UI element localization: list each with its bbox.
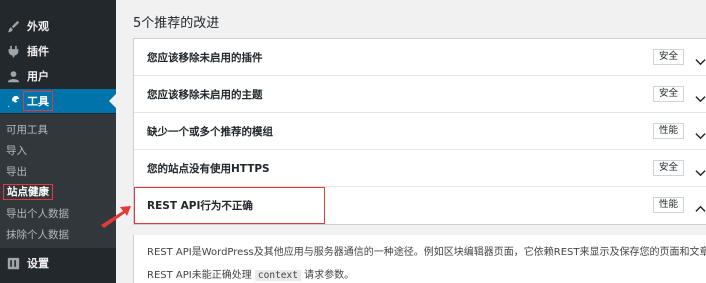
chevron-down-icon[interactable] xyxy=(695,89,706,103)
plugin-icon xyxy=(5,43,21,59)
issue-badge: 性能 xyxy=(652,123,684,139)
issue-badge: 安全 xyxy=(652,49,684,65)
menu-item-plugins[interactable]: 插件 xyxy=(0,39,116,63)
admin-sidebar: 外观 插件 用户 工具 可用工具 导入 导出 站点健康 导出个人数据 抹除个人数… xyxy=(0,0,116,283)
menu-item-settings[interactable]: 设置 xyxy=(0,251,116,275)
submenu-label: 站点健康 xyxy=(3,184,53,200)
code-context: context xyxy=(254,270,301,281)
issue-row[interactable]: 您的站点没有使用HTTPS 安全 xyxy=(134,150,706,187)
menu-item-users[interactable]: 用户 xyxy=(0,64,116,88)
submenu-item-export[interactable]: 导出 xyxy=(6,164,27,180)
menu-item-tools[interactable]: 工具 xyxy=(0,89,116,113)
issue-title: 您的站点没有使用HTTPS xyxy=(147,162,270,175)
paintbrush-icon xyxy=(5,18,21,34)
issue-row-expanded[interactable]: REST API行为不正确 性能 xyxy=(134,187,706,224)
issue-row[interactable]: 您应该移除未启用的插件 安全 xyxy=(134,39,706,76)
settings-icon xyxy=(5,255,21,271)
issue-badge: 安全 xyxy=(652,160,684,176)
detail-note-text: REST API未能正确处理 xyxy=(147,270,252,281)
submenu-item-available-tools[interactable]: 可用工具 xyxy=(6,122,48,138)
chevron-down-icon[interactable] xyxy=(695,52,706,66)
menu-label: 插件 xyxy=(27,45,49,58)
menu-label: 工具 xyxy=(23,91,53,111)
issue-title: 您应该移除未启用的插件 xyxy=(147,51,263,64)
chevron-down-icon[interactable] xyxy=(695,163,706,177)
chevron-up-icon[interactable] xyxy=(695,200,706,212)
submenu-item-import[interactable]: 导入 xyxy=(6,143,27,159)
issues-list: 您应该移除未启用的插件 安全 您应该移除未启用的主题 安全 缺少一个或多个推荐的… xyxy=(133,38,706,225)
issue-row[interactable]: 缺少一个或多个推荐的模组 性能 xyxy=(134,113,706,150)
issue-row[interactable]: 您应该移除未启用的主题 安全 xyxy=(134,76,706,113)
menu-label: 用户 xyxy=(27,70,49,83)
wrench-icon xyxy=(5,93,21,109)
issue-title: 缺少一个或多个推荐的模组 xyxy=(147,125,273,138)
detail-description: REST API是WordPress及其他应用与服务器通信的一种途径。例如区块编… xyxy=(147,247,706,258)
issue-title: REST API行为不正确 xyxy=(147,200,253,212)
issue-detail: REST API是WordPress及其他应用与服务器通信的一种途径。例如区块编… xyxy=(133,235,706,283)
issue-badge: 安全 xyxy=(652,86,684,102)
menu-label: 设置 xyxy=(27,257,49,270)
annotation-arrow-icon xyxy=(101,206,131,228)
menu-item-appearance[interactable]: 外观 xyxy=(0,14,116,38)
issue-title: 您应该移除未启用的主题 xyxy=(147,88,263,101)
section-title: 5个推荐的改进 xyxy=(133,16,220,31)
submenu-item-export-personal-data[interactable]: 导出个人数据 xyxy=(6,206,69,222)
menu-label: 外观 xyxy=(27,20,49,33)
chevron-down-icon[interactable] xyxy=(695,126,706,140)
submenu-item-site-health[interactable]: 站点健康 xyxy=(3,184,53,200)
detail-note: REST API未能正确处理 context 请求参数。 xyxy=(147,266,354,281)
detail-note-text: 请求参数。 xyxy=(304,270,355,281)
submenu-item-erase-personal-data[interactable]: 抹除个人数据 xyxy=(6,227,69,243)
issue-badge: 性能 xyxy=(652,197,684,213)
user-icon xyxy=(5,68,21,84)
main-content: 5个推荐的改进 您应该移除未启用的插件 安全 您应该移除未启用的主题 安全 缺少… xyxy=(116,0,706,283)
